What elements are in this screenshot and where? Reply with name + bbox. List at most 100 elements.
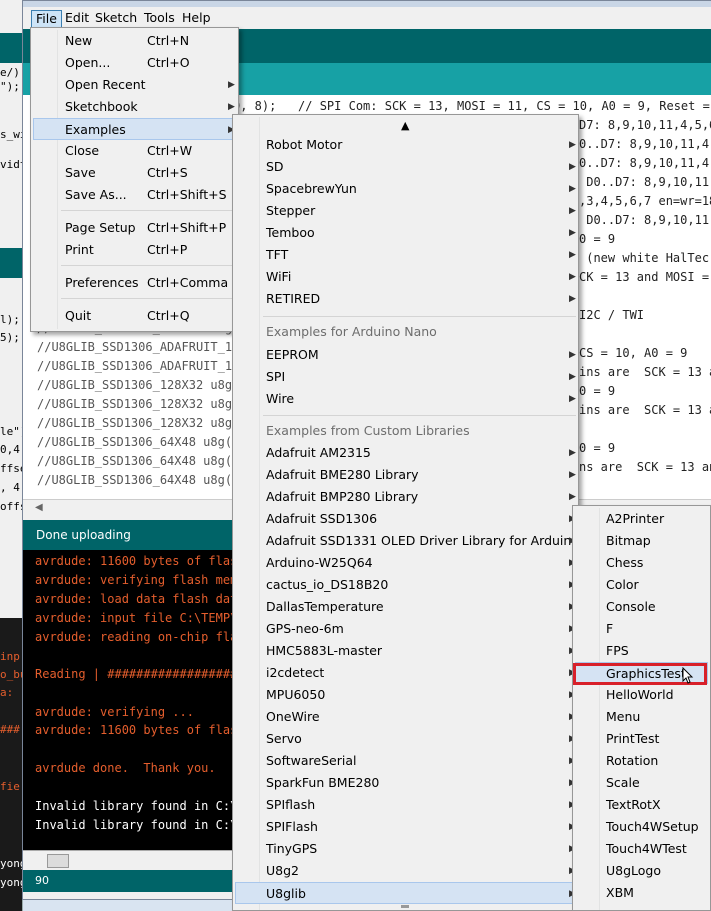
menu-edit[interactable]: Edit xyxy=(61,10,93,26)
file-menu-item-page-setup[interactable]: Page Setup Ctrl+Shift+P xyxy=(33,217,236,239)
examples-item-spi[interactable]: SPI ▶ xyxy=(235,366,576,388)
scrollbar-thumb[interactable] xyxy=(47,854,69,868)
examples-item-robot-motor[interactable]: Robot Motor ▶ xyxy=(235,134,576,156)
examples-item-adafruit-bme280[interactable]: Adafruit BME280 Library ▶ xyxy=(235,464,576,486)
examples-item-wifi[interactable]: WiFi ▶ xyxy=(235,266,576,288)
examples-item-tft[interactable]: TFT ▶ xyxy=(235,244,576,266)
examples-item-cactus-io-ds18b20[interactable]: cactus_io_DS18B20 ▶ xyxy=(235,574,576,596)
submenu-arrow-icon: ▶ xyxy=(569,394,576,404)
bg-toolbar-strip xyxy=(0,33,22,63)
examples-item-u8g2[interactable]: U8g2 ▶ xyxy=(235,860,576,882)
bg-console-fragment: a: xyxy=(0,686,14,699)
u8glib-item-u8glogo[interactable]: U8gLogo xyxy=(575,860,708,882)
menu-file[interactable]: File xyxy=(31,10,62,28)
menu-separator xyxy=(61,298,234,299)
examples-item-spiflash[interactable]: SPIflash ▶ xyxy=(235,794,576,816)
examples-item-u8glib[interactable]: U8glib ▶ xyxy=(235,882,576,904)
submenu-arrow-icon: ▶ xyxy=(569,162,576,172)
examples-submenu: ▲ Robot Motor ▶ SD ▶ SpacebrewYun ▶ Step… xyxy=(232,114,579,911)
examples-item-stepper[interactable]: Stepper ▶ xyxy=(235,200,576,222)
menu-tools[interactable]: Tools xyxy=(140,10,179,26)
file-menu-item-print[interactable]: Print Ctrl+P xyxy=(33,239,236,261)
file-menu-item-preferences[interactable]: Preferences Ctrl+Comma xyxy=(33,272,236,294)
examples-item-spiflash-upper[interactable]: SPIFlash ▶ xyxy=(235,816,576,838)
examples-item-adafruit-am2315[interactable]: Adafruit AM2315 ▶ xyxy=(235,442,576,464)
u8glib-item-printtest[interactable]: PrintTest xyxy=(575,728,708,750)
file-menu-item-examples[interactable]: Examples ▶ xyxy=(33,118,236,140)
examples-item-wire[interactable]: Wire ▶ xyxy=(235,388,576,410)
scroll-down-indicator[interactable] xyxy=(401,905,409,908)
u8glib-item-helloworld[interactable]: HelloWorld xyxy=(575,684,708,706)
bg-code-fragment: , 4 xyxy=(0,481,20,494)
menu-separator xyxy=(263,316,576,317)
scroll-up-arrow-icon[interactable]: ▲ xyxy=(401,119,409,132)
u8glib-item-touch4wsetup[interactable]: Touch4WSetup xyxy=(575,816,708,838)
examples-item-adafruit-bmp280[interactable]: Adafruit BMP280 Library ▶ xyxy=(235,486,576,508)
menu-help[interactable]: Help xyxy=(178,10,215,26)
examples-item-i2cdetect[interactable]: i2cdetect ▶ xyxy=(235,662,576,684)
code-fragment: 0..D7: 8,9,10,11,4,5,6 xyxy=(579,156,711,170)
file-menu-item-save-as[interactable]: Save As... Ctrl+Shift+S xyxy=(33,184,236,206)
bg-code-fragment: e/) xyxy=(0,66,20,79)
examples-item-tinygps[interactable]: TinyGPS ▶ xyxy=(235,838,576,860)
submenu-arrow-icon: ▶ xyxy=(569,470,576,480)
examples-item-softwareserial[interactable]: SoftwareSerial ▶ xyxy=(235,750,576,772)
code-fragment: ins are SCK = 13 and xyxy=(579,403,711,417)
file-menu: New Ctrl+N Open... Ctrl+O Open Recent ▶ … xyxy=(30,27,239,332)
u8glib-submenu: A2Printer Bitmap Chess Color Console F F… xyxy=(572,505,711,911)
code-fragment: ns are SCK = 13 and M xyxy=(579,460,711,474)
examples-item-sparkfun-bme280[interactable]: SparkFun BME280 ▶ xyxy=(235,772,576,794)
file-menu-item-quit[interactable]: Quit Ctrl+Q xyxy=(33,305,236,327)
u8glib-item-a2printer[interactable]: A2Printer xyxy=(575,508,708,530)
file-menu-item-save[interactable]: Save Ctrl+S xyxy=(33,162,236,184)
examples-item-adafruit-ssd1306[interactable]: Adafruit SSD1306 ▶ xyxy=(235,508,576,530)
bg-code-fragment: 0,4 xyxy=(0,443,20,456)
examples-item-servo[interactable]: Servo ▶ xyxy=(235,728,576,750)
submenu-arrow-icon: ▶ xyxy=(569,372,576,382)
examples-item-hmc5883l-master[interactable]: HMC5883L-master ▶ xyxy=(235,640,576,662)
file-menu-item-new[interactable]: New Ctrl+N xyxy=(33,30,236,52)
u8glib-item-fps[interactable]: FPS xyxy=(575,640,708,662)
u8glib-item-bitmap[interactable]: Bitmap xyxy=(575,530,708,552)
examples-item-adafruit-ssd1331[interactable]: Adafruit SSD1331 OLED Driver Library for… xyxy=(235,530,579,552)
u8glib-item-xbm[interactable]: XBM xyxy=(575,882,708,904)
menu-sketch[interactable]: Sketch xyxy=(91,10,141,26)
u8glib-item-chess[interactable]: Chess xyxy=(575,552,708,574)
section-header-custom: Examples from Custom Libraries xyxy=(266,423,470,438)
u8glib-item-rotation[interactable]: Rotation xyxy=(575,750,708,772)
bg-console-fragment: yong xyxy=(0,857,22,870)
u8glib-item-touch4wtest[interactable]: Touch4WTest xyxy=(575,838,708,860)
examples-item-onewire[interactable]: OneWire ▶ xyxy=(235,706,576,728)
code-fragment: ins are SCK = 13 and xyxy=(579,365,711,379)
bg-code-fragment: 5); xyxy=(0,331,20,344)
file-menu-item-open-recent[interactable]: Open Recent ▶ xyxy=(33,74,236,96)
u8glib-item-textrotx[interactable]: TextRotX xyxy=(575,794,708,816)
file-menu-item-open[interactable]: Open... Ctrl+O xyxy=(33,52,236,74)
bg-code-fragment: "); xyxy=(0,80,20,93)
file-menu-item-close[interactable]: Close Ctrl+W xyxy=(33,140,236,162)
code-fragment: 0..D7: 8,9,10,11,4,5,6 xyxy=(579,137,711,151)
examples-item-temboo[interactable]: Temboo ▶ xyxy=(235,222,576,244)
submenu-arrow-icon: ▶ xyxy=(569,140,576,150)
examples-item-retired[interactable]: RETIRED ▶ xyxy=(235,288,576,310)
examples-item-eeprom[interactable]: EEPROM ▶ xyxy=(235,344,576,366)
line-number: 90 xyxy=(35,874,49,887)
u8glib-item-scale[interactable]: Scale xyxy=(575,772,708,794)
submenu-arrow-icon: ▶ xyxy=(569,448,576,458)
examples-item-mpu6050[interactable]: MPU6050 ▶ xyxy=(235,684,576,706)
bg-code-fragment: l); xyxy=(0,313,20,326)
examples-item-gps-neo-6m[interactable]: GPS-neo-6m ▶ xyxy=(235,618,576,640)
u8glib-item-f[interactable]: F xyxy=(575,618,708,640)
examples-item-spacebrewyun[interactable]: SpacebrewYun ▶ xyxy=(235,178,576,200)
u8glib-item-menu[interactable]: Menu xyxy=(575,706,708,728)
examples-item-sd[interactable]: SD ▶ xyxy=(235,156,576,178)
bg-code-fragment: s_wi xyxy=(0,128,22,141)
u8glib-item-color[interactable]: Color xyxy=(575,574,708,596)
file-menu-item-sketchbook[interactable]: Sketchbook ▶ xyxy=(33,96,236,118)
code-fragment: ,3,4,5,6,7 en=wr=18, c xyxy=(579,194,711,208)
examples-item-dallastemperature[interactable]: DallasTemperature ▶ xyxy=(235,596,576,618)
u8glib-item-console[interactable]: Console xyxy=(575,596,708,618)
examples-item-arduino-w25q64[interactable]: Arduino-W25Q64 ▶ xyxy=(235,552,576,574)
status-message: Done uploading xyxy=(36,528,131,542)
scroll-left-icon[interactable]: ◀ xyxy=(35,502,43,513)
